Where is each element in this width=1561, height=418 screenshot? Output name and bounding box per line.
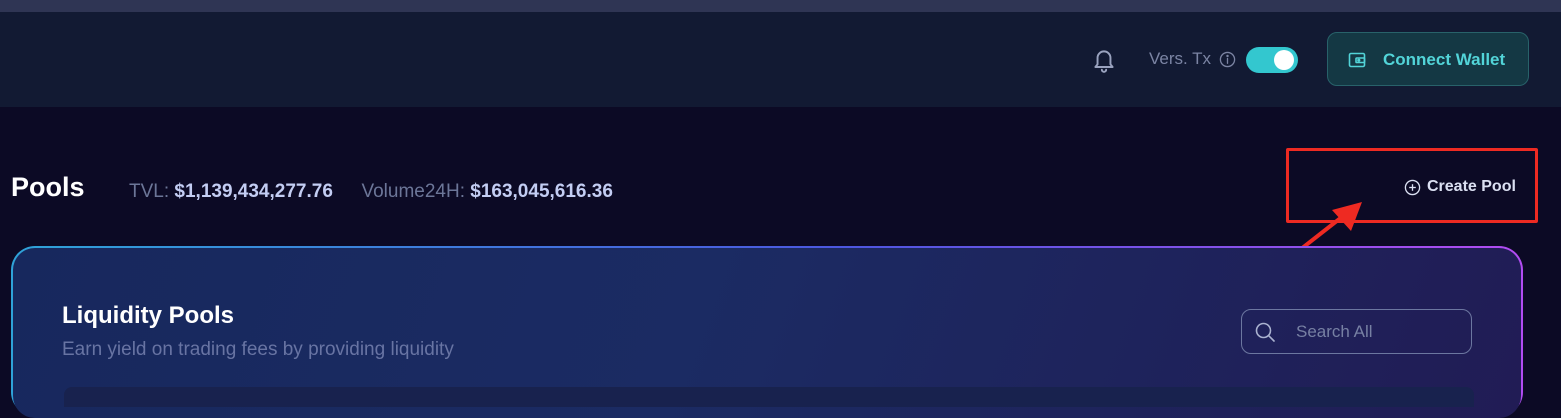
page-title: Pools [11,172,85,202]
card-title: Liquidity Pools [62,302,234,329]
tvl-label: TVL: [129,181,170,202]
volume-value: $163,045,616.36 [470,181,613,202]
tvl-value: $1,139,434,277.76 [174,181,333,202]
connect-wallet-label: Connect Wallet [1383,50,1506,69]
bell-icon[interactable] [1091,46,1117,74]
search-icon [1255,322,1275,342]
search-box[interactable] [1241,309,1472,354]
search-input[interactable] [1294,316,1468,348]
toggle-knob [1274,50,1294,70]
top-strip [0,0,1561,12]
wallet-icon [1348,52,1366,68]
vers-tx-label: Vers. Tx [1149,49,1212,68]
pools-table-panel [64,387,1474,407]
info-icon[interactable] [1219,51,1236,68]
connect-wallet-button[interactable]: Connect Wallet [1327,32,1529,86]
pool-stats: TVL: $1,139,434,277.76 Volume24H: $163,0… [129,181,613,203]
card-subtitle: Earn yield on trading fees by providing … [62,339,454,360]
volume-label: Volume24H: [361,181,465,202]
vers-tx-toggle[interactable] [1246,47,1298,73]
